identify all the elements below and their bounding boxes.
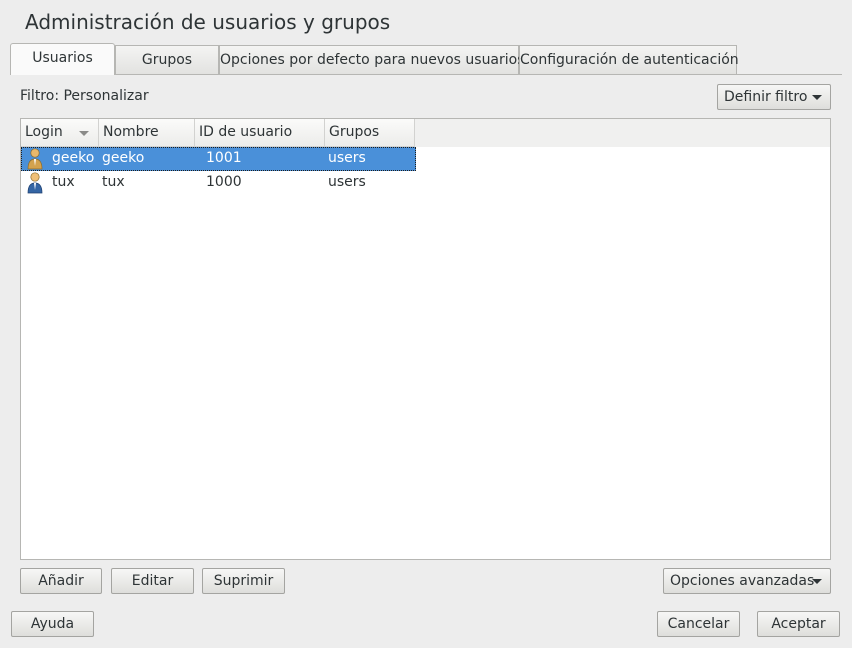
column-header-nombre[interactable]: Nombre (99, 119, 195, 147)
column-header-id[interactable]: ID de usuario (195, 119, 325, 147)
cell-name: geeko (102, 150, 145, 166)
chevron-down-icon (812, 95, 822, 100)
column-header-nombre-label: Nombre (103, 124, 159, 140)
chevron-down-icon (812, 579, 822, 584)
table-row[interactable]: geeko geeko 1001 users (21, 147, 416, 171)
define-filter-button[interactable]: Definir filtro (717, 84, 831, 110)
help-button-label: Ayuda (30, 616, 75, 632)
table-row[interactable]: tux tux 1000 users (21, 171, 416, 195)
sort-descending-icon (79, 131, 89, 136)
add-button-label: Añadir (38, 573, 84, 589)
advanced-options-button[interactable]: Opciones avanzadas (663, 568, 831, 594)
add-button[interactable]: Añadir (20, 568, 102, 594)
tab-grupos[interactable]: Grupos (115, 45, 219, 74)
cell-login: geeko (52, 150, 95, 166)
tab-bar-divider (10, 74, 842, 75)
edit-button-label: Editar (131, 573, 174, 589)
column-header-grupos-label: Grupos (329, 124, 380, 140)
filter-label: Filtro: Personalizar (20, 88, 149, 104)
table-header: Login Nombre ID de usuario Grupos (21, 119, 830, 147)
column-header-id-label: ID de usuario (199, 124, 293, 140)
cancel-button[interactable]: Cancelar (657, 611, 740, 637)
tab-opciones-nuevos-usuarios[interactable]: Opciones por defecto para nuevos usuario… (219, 45, 525, 74)
tab-opciones-label: Opciones por defecto para nuevos usuario… (220, 52, 525, 68)
delete-button-label: Suprimir (213, 573, 274, 589)
advanced-options-label: Opciones avanzadas (670, 573, 815, 589)
accept-button-label: Aceptar (771, 616, 826, 632)
user-icon (27, 172, 43, 194)
cell-uid: 1000 (206, 174, 242, 190)
cell-groups: users (328, 150, 366, 166)
tab-grupos-label: Grupos (141, 52, 193, 68)
column-header-login-label: Login (25, 124, 63, 140)
tab-bar: Usuarios Grupos Opciones por defecto par… (10, 43, 842, 75)
cancel-button-label: Cancelar (667, 616, 730, 632)
column-header-login[interactable]: Login (21, 119, 99, 147)
define-filter-label: Definir filtro (724, 89, 808, 105)
edit-button[interactable]: Editar (111, 568, 194, 594)
tab-configuracion-label: Configuración de autenticación (520, 52, 739, 68)
column-header-grupos[interactable]: Grupos (325, 119, 415, 147)
users-table[interactable]: Login Nombre ID de usuario Grupos geeko … (20, 118, 831, 560)
help-button[interactable]: Ayuda (11, 611, 94, 637)
delete-button[interactable]: Suprimir (202, 568, 285, 594)
cell-groups: users (328, 174, 366, 190)
user-icon (27, 148, 43, 170)
tab-usuarios[interactable]: Usuarios (10, 43, 115, 75)
tab-configuracion-autenticacion[interactable]: Configuración de autenticación (519, 45, 739, 74)
accept-button[interactable]: Aceptar (757, 611, 840, 637)
window-title: Administración de usuarios y grupos (25, 10, 391, 34)
cell-name: tux (102, 174, 125, 190)
cell-uid: 1001 (206, 150, 242, 166)
cell-login: tux (52, 174, 75, 190)
tab-usuarios-label: Usuarios (32, 50, 93, 66)
